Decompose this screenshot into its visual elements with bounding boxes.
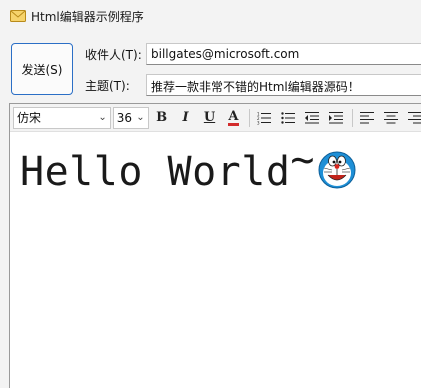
doraemon-emoji-icon [317, 148, 357, 189]
italic-icon: I [182, 110, 189, 125]
align-center-icon [384, 111, 399, 123]
font-family-value: 仿宋 [17, 111, 42, 125]
send-button[interactable]: 发送(S) [11, 43, 73, 95]
send-button-label: 发送(S) [21, 62, 63, 77]
font-color-button[interactable]: A [222, 107, 244, 129]
numbered-list-button[interactable]: 1 2 3 [253, 107, 275, 129]
window-title: Html编辑器示例程序 [31, 9, 144, 24]
subject-field[interactable]: 推荐一款非常不错的Html编辑器源码！ [146, 74, 421, 96]
align-left-icon [360, 111, 375, 123]
to-row: 收件人(T): billgates@microsoft.com [85, 43, 421, 65]
bold-icon: B [156, 110, 168, 125]
svg-text:3: 3 [257, 120, 260, 125]
chevron-down-icon: ⌄ [98, 112, 107, 123]
italic-button[interactable]: I [175, 107, 197, 129]
bullet-list-icon [281, 111, 296, 124]
underline-icon: U [203, 110, 216, 125]
to-label: 收件人(T): [85, 47, 142, 62]
to-field[interactable]: billgates@microsoft.com [146, 43, 421, 65]
title-bar: Html编辑器示例程序 [0, 0, 421, 32]
indent-button[interactable] [325, 107, 347, 129]
editor-paragraph: Hello World ~ [20, 137, 418, 201]
bold-button[interactable]: B [151, 107, 173, 129]
html-editor: 仿宋 ⌄ 36 ⌄ B I U A 1 2 3 Hello World ~ [9, 103, 421, 388]
font-size-value: 36 [116, 110, 133, 125]
bullet-list-button[interactable] [277, 107, 299, 129]
editor-text: Hello World [20, 149, 291, 195]
editor-content[interactable]: Hello World ~ [10, 133, 421, 388]
outdent-button[interactable] [301, 107, 323, 129]
toolbar-divider [249, 108, 251, 127]
align-right-button[interactable] [404, 107, 421, 129]
align-center-button[interactable] [380, 107, 402, 129]
editor-tilde: ~ [290, 137, 315, 183]
indent-icon [329, 111, 344, 123]
subject-label: 主题(T): [85, 78, 130, 93]
numbered-list-icon: 1 2 3 [257, 111, 272, 125]
underline-button[interactable]: U [199, 107, 221, 129]
font-color-icon: A [228, 108, 239, 126]
subject-row: 主题(T): 推荐一款非常不错的Html编辑器源码！ [85, 74, 421, 96]
font-family-select[interactable]: 仿宋 ⌄ [13, 106, 111, 129]
chevron-down-icon: ⌄ [136, 112, 145, 123]
mail-icon [10, 9, 26, 23]
font-size-select[interactable]: 36 ⌄ [112, 106, 149, 129]
align-right-icon [408, 111, 421, 123]
toolbar-divider [352, 108, 354, 127]
align-left-button[interactable] [356, 107, 378, 129]
outdent-icon [305, 111, 320, 123]
format-toolbar: 仿宋 ⌄ 36 ⌄ B I U A 1 2 3 [10, 104, 421, 132]
